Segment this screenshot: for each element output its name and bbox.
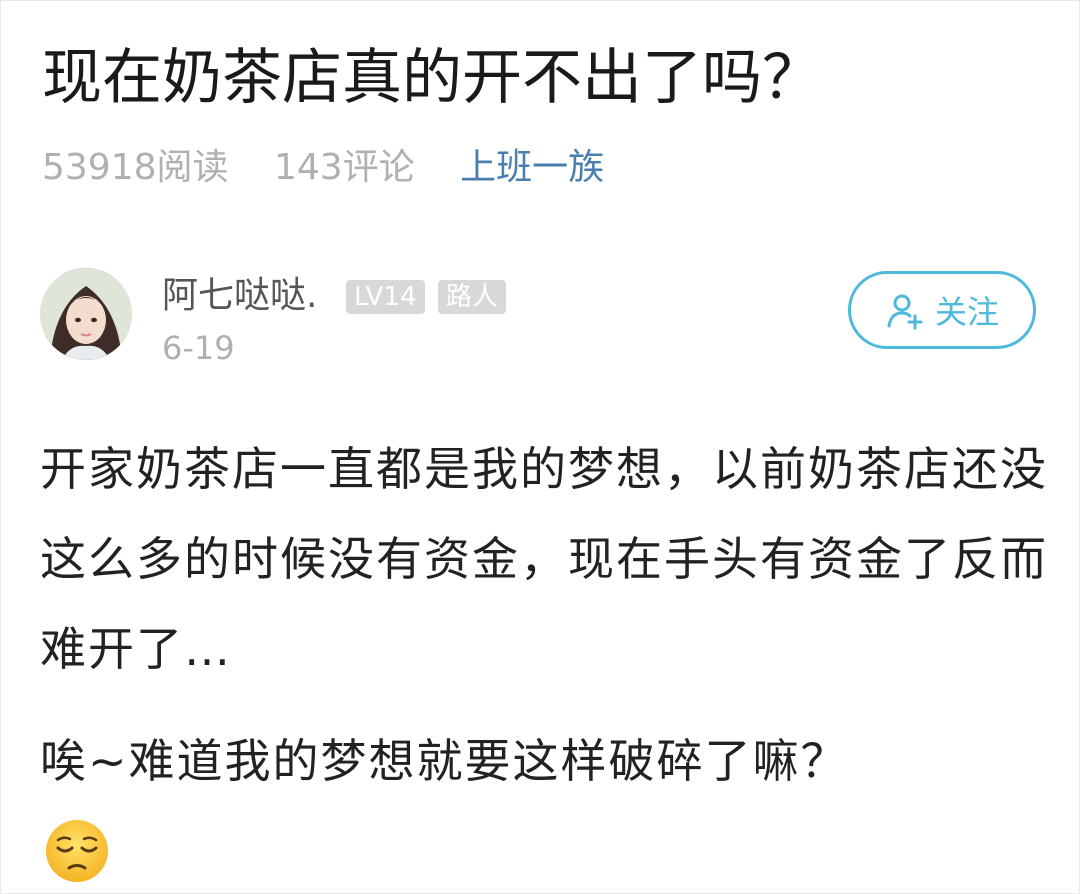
avatar-image [40, 268, 132, 360]
read-count: 53918阅读 [42, 147, 229, 188]
post-meta: 53918阅读 143评论 上班一族 [42, 142, 638, 194]
post-title: 现在奶茶店真的开不出了吗？ [42, 43, 822, 113]
follow-button[interactable]: 关注 [848, 271, 1036, 349]
add-user-icon [885, 290, 925, 330]
pensive-face-icon [44, 818, 110, 884]
role-badge: 路人 [438, 280, 507, 314]
level-badge: LV14 [346, 280, 425, 314]
category-link[interactable]: 上班一族 [460, 147, 604, 188]
post-body-paragraph: 开家奶茶店一直都是我的梦想，以前奶茶店还没这么多的时候没有资金，现在手头有资金了… [40, 442, 1048, 676]
avatar[interactable] [40, 268, 132, 360]
comment-count[interactable]: 143评论 [274, 147, 415, 188]
post-date: 6-19 [162, 329, 235, 367]
author-name[interactable]: 阿七哒哒. [162, 270, 317, 322]
follow-label: 关注 [934, 293, 999, 331]
post-body-paragraph-2: 唉~难道我的梦想就要这样破碎了嘛？ [40, 734, 849, 788]
